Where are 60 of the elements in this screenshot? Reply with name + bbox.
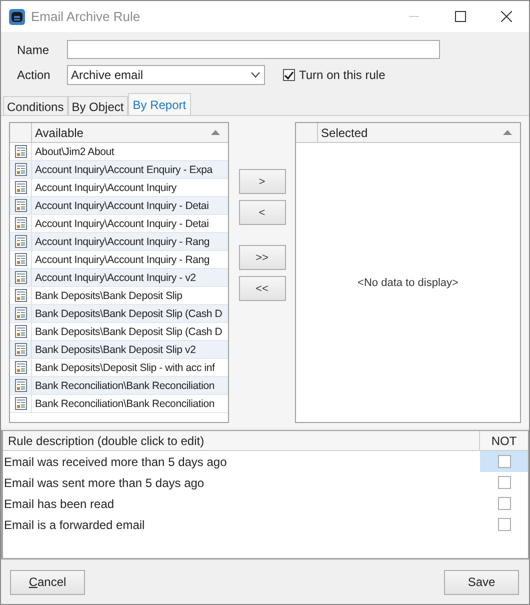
dropdown-caret-icon [251, 72, 260, 78]
column-header[interactable]: Selected [321, 126, 368, 140]
save-button[interactable]: Save [444, 570, 519, 594]
report-icon [14, 343, 26, 356]
not-checkbox[interactable] [498, 476, 510, 489]
report-icon [14, 397, 26, 410]
action-dropdown[interactable]: Archive email [67, 65, 265, 85]
report-name[interactable]: Account Inquiry\Account Inquiry - Rang [35, 254, 210, 266]
minimize-icon [409, 16, 419, 17]
report-icon [14, 271, 26, 284]
move-button[interactable]: >> [238, 245, 286, 270]
report-icon [14, 379, 26, 392]
turn-on-checkbox[interactable] [283, 69, 295, 81]
report-icon [14, 145, 26, 158]
name-label: Name [17, 42, 50, 56]
report-name[interactable]: About\Jim2 About [35, 146, 114, 158]
action-label: Action [17, 68, 52, 82]
move-button[interactable]: > [238, 169, 286, 194]
tab[interactable]: By Report [128, 93, 192, 115]
rule-description[interactable]: Email was sent more than 5 days ago [4, 476, 204, 490]
report-name[interactable]: Bank Deposits\Bank Deposit Slip [35, 290, 182, 302]
report-name[interactable]: Bank Deposits\Deposit Slip - with acc inf [35, 362, 215, 374]
tab[interactable]: Conditions [3, 96, 68, 115]
report-icon [14, 289, 26, 302]
not-checkbox[interactable] [498, 518, 510, 531]
report-icon [14, 325, 26, 338]
tab[interactable]: By Object [68, 96, 128, 115]
name-field[interactable] [67, 40, 440, 59]
report-name[interactable]: Bank Deposits\Bank Deposit Slip (Cash D [35, 326, 222, 338]
close-icon [500, 11, 512, 22]
report-name[interactable]: Bank Reconciliation\Bank Reconciliation [35, 398, 215, 410]
report-icon [14, 163, 26, 176]
maximize-icon [454, 11, 466, 22]
report-icon [14, 199, 26, 212]
sort-arrow-icon [503, 130, 512, 135]
empty-message: <No data to display> [358, 276, 458, 288]
sort-arrow-icon [211, 130, 220, 135]
rule-description[interactable]: Email is a forwarded email [4, 518, 145, 532]
rule-description[interactable]: Email was received more than 5 days ago [4, 454, 227, 468]
move-button[interactable]: << [238, 276, 286, 301]
not-checkbox[interactable] [498, 497, 510, 510]
not-checkbox[interactable] [498, 455, 510, 468]
report-icon [14, 253, 26, 266]
report-icon [14, 235, 26, 248]
column-header: NOT [491, 434, 517, 448]
not-cell[interactable] [480, 451, 528, 472]
turn-on-label: Turn on this rule [299, 68, 386, 82]
rule-description[interactable]: Email has been read [4, 496, 114, 510]
move-button[interactable]: < [238, 200, 286, 225]
column-header: Rule description (double click to edit) [8, 434, 204, 448]
window-title: Email Archive Rule [31, 9, 140, 24]
report-name[interactable]: Account Inquiry\Account Inquiry - Detai [35, 218, 209, 230]
column-header[interactable]: Available [35, 126, 84, 140]
report-icon [14, 217, 26, 230]
report-icon [14, 361, 26, 374]
app-logo-icon [9, 8, 25, 24]
report-icon [14, 181, 26, 194]
report-name[interactable]: Account Inquiry\Account Inquiry [35, 182, 176, 194]
report-icon [14, 307, 26, 320]
cancel-button[interactable]: Cancel [10, 570, 85, 594]
